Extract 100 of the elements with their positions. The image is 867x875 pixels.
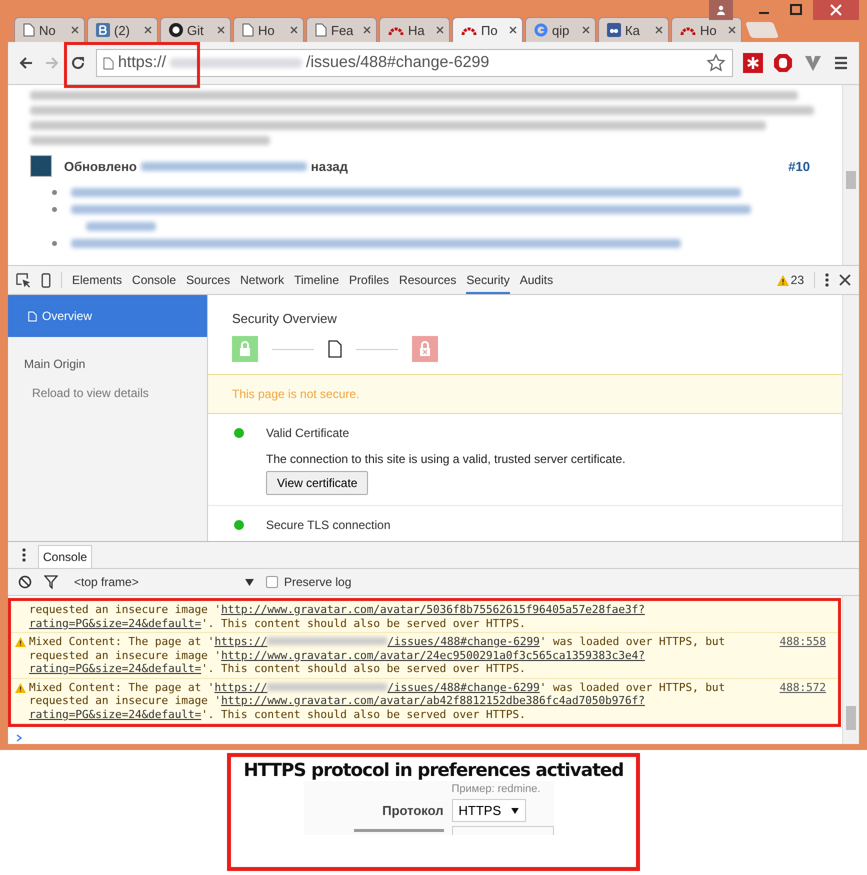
warning-icon[interactable] [776,274,789,286]
close-icon[interactable] [363,26,371,34]
scrollbar[interactable] [842,596,859,744]
bullet-icon [52,241,57,246]
console-message-line: rating=PG&size=24&default='. This content should also be served over HTTPS. [29,662,527,676]
close-icon[interactable] [582,26,590,34]
lock-icon [232,336,258,362]
page-icon [23,23,35,37]
devtools-tab[interactable]: Timeline [294,266,340,294]
close-icon[interactable] [290,26,298,34]
preserve-log-checkbox[interactable] [266,576,278,588]
clear-icon[interactable] [18,575,32,589]
mobile-device-icon[interactable] [41,272,51,288]
source-link[interactable]: 488:558 [780,635,826,676]
browser-tab[interactable]: (2) [87,17,158,42]
devtools-tab[interactable]: Resources [399,266,456,294]
more-icon[interactable] [22,548,26,562]
page-icon [103,56,114,70]
close-icon[interactable] [217,26,225,34]
browser-tab[interactable]: Fea [306,17,377,42]
hand-stop-icon[interactable] [773,53,793,73]
back-icon[interactable] [18,55,34,71]
context-select[interactable]: <top frame> [74,575,254,589]
security-title: Security Overview [232,311,338,326]
entry-number-link[interactable]: #10 [788,158,810,174]
browser-tab[interactable]: На [379,17,450,42]
menu-icon[interactable] [833,55,849,71]
url-path: /issues/488#change-6299 [306,54,490,72]
scrollbar[interactable] [842,85,859,265]
prompt-icon[interactable] [16,734,22,742]
devtools-tab[interactable]: Audits [520,266,554,294]
arc-logo-icon [388,25,404,35]
close-icon[interactable] [839,274,851,286]
blurred-list-item [86,222,156,231]
warning-icon [15,682,26,692]
browser-tab[interactable]: По [452,17,523,42]
console-message-line: requested an insecure image 'http://www.gravatar.com/avatar/5036f8b75562615f96405a57e28fae3f? [29,603,646,616]
user-icon[interactable] [709,0,733,20]
asterisk-icon[interactable] [743,53,763,73]
address-bar[interactable]: https:// /issues/488#change-6299 [96,49,733,77]
insecure-banner: This page is not secure. [208,374,842,414]
console-tab[interactable]: Console [38,545,92,568]
console-message-line: rating=PG&size=24&default='. This content should also be served over HTTPS. [29,616,527,630]
console-message-line: Mixed Content: The page at 'https:// /issues/488#change-6299' was loaded over HTTPS, but [29,680,726,694]
devtools-tab[interactable]: Network [240,266,284,294]
console-message-line: requested an insecure image 'http://www.gravatar.com/avatar/ab42f8812152dbe386fc4ad7050b976f? [29,694,646,708]
page-icon [315,23,327,37]
more-icon[interactable] [825,273,829,287]
check-description: The connection to this site is using a valid, trusted server certificate. [266,452,626,466]
scrollbar[interactable] [842,295,859,541]
origin-heading[interactable]: Main Origin [8,337,207,371]
browser-tab[interactable]: Но [671,17,742,42]
protocol-label: Протокол [381,803,444,818]
overview-item[interactable]: Overview [8,295,207,337]
close-icon[interactable] [144,26,152,34]
inspect-icon[interactable] [16,272,31,288]
page-icon [328,340,342,358]
ago-label: назад [310,158,348,174]
browser-tab[interactable]: qip [525,17,596,42]
devtools-tab[interactable]: Elements [72,266,122,294]
annotation-caption: HTTPS protocol in preferences activated [243,760,624,781]
broken-lock-icon [412,336,438,362]
bullet-icon [52,190,57,195]
protocol-select[interactable]: HTTPS [452,799,526,822]
browser-tab[interactable]: Git [160,17,231,42]
arc-logo-icon [461,25,477,35]
reload-icon[interactable] [70,55,86,71]
warning-icon [15,637,26,647]
source-link[interactable]: 488:572 [780,680,826,721]
star-icon[interactable] [706,53,726,73]
preserve-log-label: Preserve log [284,575,352,589]
close-icon[interactable] [813,0,859,20]
devtools-tab[interactable]: Sources [186,266,230,294]
browser-tab[interactable]: Ho [233,17,304,42]
v-logo-icon[interactable] [803,53,823,73]
console-message-line: requested an insecure image 'http://www.gravatar.com/avatar/24ec9500291a0f3c565ca1359383c3e4? [29,648,646,662]
page-icon [242,23,254,37]
close-icon[interactable] [509,26,517,34]
example-hint: Пример: redmine. [452,783,542,795]
filter-icon[interactable] [44,575,58,589]
badge-icon [607,23,621,37]
close-icon[interactable] [71,26,79,34]
close-icon[interactable] [728,26,736,34]
bullet-icon [52,207,57,212]
close-icon[interactable] [436,26,444,34]
square-logo-icon [96,23,110,37]
warning-count[interactable]: 23 [790,273,804,287]
view-certificate-button[interactable]: View certificate [266,471,368,495]
input-field[interactable] [452,826,554,835]
close-icon[interactable] [655,26,663,34]
page-icon [28,310,37,322]
g-logo-icon [534,23,548,37]
check-title: Secure TLS connection [266,518,391,532]
check-title: Valid Certificate [266,426,350,440]
browser-tab[interactable]: No [14,17,85,42]
arc-logo-icon [680,25,696,35]
devtools-tab[interactable]: Profiles [349,266,390,294]
console-message-line: rating=PG&size=24&default='. This content should also be served over HTTPS. [29,708,527,721]
devtools-tab[interactable]: Console [132,266,176,294]
browser-tab[interactable]: Ка [598,17,669,42]
